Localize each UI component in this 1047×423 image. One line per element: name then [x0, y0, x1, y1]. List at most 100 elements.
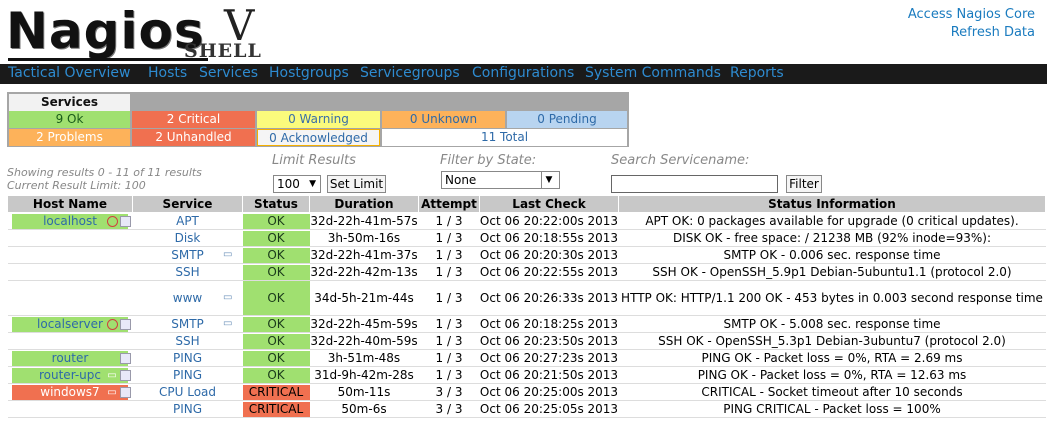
- comment-icon[interactable]: ▭: [223, 249, 232, 260]
- status-info: SSH OK - OpenSSH_5.9p1 Debian-5ubuntu1.1…: [618, 263, 1046, 281]
- service-link[interactable]: PING: [133, 368, 243, 382]
- services-table: Host Name Service Status Duration Attemp…: [7, 195, 1046, 418]
- refresh-data-link[interactable]: Refresh Data: [908, 24, 1035, 42]
- status-info: DISK OK - free space: / 21238 MB (92% in…: [618, 229, 1046, 247]
- service-link[interactable]: SMTP: [171, 248, 204, 262]
- table-row: router PING OK 3h-51m-48s 1 / 3 Oct 06 2…: [7, 349, 1046, 367]
- attempt: 1 / 3: [418, 349, 480, 367]
- status-info: CRITICAL - Socket timeout after 10 secon…: [618, 383, 1046, 401]
- nav-reports[interactable]: Reports: [730, 65, 784, 81]
- col-attempt[interactable]: Attempt: [418, 195, 480, 213]
- service-link[interactable]: PING: [133, 351, 243, 365]
- service-link[interactable]: PING: [133, 402, 243, 416]
- table-row: localserver SMTP ▭ OK 32d-22h-45m-59s 1 /…: [7, 315, 1046, 333]
- duration: 50m-6s: [309, 400, 419, 418]
- limit-results-label: Limit Results: [272, 153, 356, 168]
- comment-icon[interactable]: ▭: [223, 318, 232, 329]
- comment-icon[interactable]: ▭: [107, 370, 118, 381]
- limit-select[interactable]: 100 ▼: [273, 175, 321, 193]
- col-status-information[interactable]: Status Information: [618, 195, 1046, 213]
- summary-title: Services: [9, 94, 130, 111]
- last-check: Oct 06 20:22:55s 2013: [479, 263, 619, 281]
- attempt: 1 / 3: [418, 366, 480, 384]
- notes-icon[interactable]: [119, 319, 131, 330]
- nav-configurations[interactable]: Configurations: [472, 65, 574, 81]
- summary-acknowledged[interactable]: 0 Acknowledged: [257, 129, 380, 146]
- nav-servicegroups[interactable]: Servicegroups: [360, 65, 460, 81]
- notes-icon[interactable]: [119, 353, 131, 364]
- status-badge: OK: [242, 350, 310, 366]
- last-check: Oct 06 20:23:50s 2013: [479, 332, 619, 350]
- logo-text: Nagios: [6, 2, 205, 60]
- attempt: 1 / 3: [418, 332, 480, 350]
- set-limit-button[interactable]: Set Limit: [327, 175, 386, 193]
- status-info: HTTP OK: HTTP/1.1 200 OK - 453 bytes in …: [618, 280, 1046, 316]
- col-status[interactable]: Status: [242, 195, 310, 213]
- service-link[interactable]: www: [173, 291, 202, 305]
- filter-button[interactable]: Filter: [786, 175, 822, 193]
- header: Nagios V SHELL Access Nagios Core Refres…: [0, 0, 1047, 64]
- comment-icon[interactable]: ▭: [107, 387, 118, 398]
- state-filter-select[interactable]: None ▼: [441, 171, 560, 189]
- last-check: Oct 06 20:18:55s 2013: [479, 229, 619, 247]
- host-link[interactable]: router: [12, 350, 128, 366]
- last-check: Oct 06 20:25:00s 2013: [479, 383, 619, 401]
- access-nagios-core-link[interactable]: Access Nagios Core: [908, 6, 1035, 24]
- nav-tactical-overview[interactable]: Tactical Overview: [8, 65, 130, 81]
- redirect-icon[interactable]: [106, 319, 118, 330]
- attempt: 1 / 3: [418, 315, 480, 333]
- status-badge: OK: [242, 264, 310, 280]
- duration: 34d-5h-21m-44s: [309, 280, 419, 316]
- col-last-check[interactable]: Last Check: [479, 195, 619, 213]
- table-header: Host Name Service Status Duration Attemp…: [7, 195, 1046, 213]
- service-link[interactable]: SSH: [133, 334, 243, 348]
- summary-unhandled[interactable]: 2 Unhandled: [132, 129, 255, 146]
- summary-problems[interactable]: 2 Problems: [9, 129, 130, 146]
- summary-ok[interactable]: 9 Ok: [9, 111, 130, 128]
- last-check: Oct 06 20:21:50s 2013: [479, 366, 619, 384]
- notes-icon[interactable]: [119, 216, 131, 227]
- attempt: 1 / 3: [418, 280, 480, 316]
- logo-underline: [8, 58, 208, 61]
- attempt: 3 / 3: [418, 400, 480, 418]
- service-link[interactable]: CPU Load: [133, 385, 243, 399]
- service-link[interactable]: APT: [133, 214, 243, 228]
- nav-services[interactable]: Services: [199, 65, 258, 81]
- status-badge: OK: [242, 230, 310, 246]
- col-host-name[interactable]: Host Name: [7, 195, 133, 213]
- summary-unknown[interactable]: 0 Unknown: [382, 111, 505, 128]
- service-link[interactable]: SSH: [133, 265, 243, 279]
- col-service[interactable]: Service: [132, 195, 243, 213]
- service-link[interactable]: Disk: [133, 231, 243, 245]
- summary-critical[interactable]: 2 Critical: [132, 111, 255, 128]
- search-input[interactable]: [611, 175, 778, 193]
- nav-hostgroups[interactable]: Hostgroups: [269, 65, 349, 81]
- nav-system-commands[interactable]: System Commands: [585, 65, 721, 81]
- limit-value: 100: [277, 177, 300, 191]
- status-info: PING OK - Packet loss = 0%, RTA = 2.69 m…: [618, 349, 1046, 367]
- summary-warning[interactable]: 0 Warning: [257, 111, 380, 128]
- search-label: Search Servicename:: [611, 153, 750, 168]
- nav-hosts[interactable]: Hosts: [148, 65, 187, 81]
- table-row: Disk OK 3h-50m-16s 1 / 3 Oct 06 20:18:55…: [7, 229, 1046, 247]
- attempt: 1 / 3: [418, 229, 480, 247]
- last-check: Oct 06 20:18:25s 2013: [479, 315, 619, 333]
- table-row: router-upc ▭ PING OK 31d-9h-42m-28s 1 / …: [7, 366, 1046, 384]
- services-summary: Services 9 Ok 2 Critical 0 Warning 0 Unk…: [7, 92, 629, 147]
- results-info: Showing results 0 - 11 of 11 results Cur…: [7, 166, 202, 192]
- comment-icon[interactable]: ▭: [223, 292, 232, 303]
- notes-icon[interactable]: [119, 387, 131, 398]
- summary-total[interactable]: 11 Total: [382, 129, 627, 146]
- duration: 32d-22h-40m-59s: [309, 332, 419, 350]
- table-row: SMTP ▭ OK 32d-22h-41m-37s 1 / 3 Oct 06 20…: [7, 246, 1046, 264]
- status-badge: OK: [242, 367, 310, 383]
- table-row: SSH OK 32d-22h-42m-13s 1 / 3 Oct 06 20:2…: [7, 263, 1046, 281]
- notes-icon[interactable]: [119, 370, 131, 381]
- summary-pending[interactable]: 0 Pending: [507, 111, 627, 128]
- col-duration[interactable]: Duration: [309, 195, 419, 213]
- attempt: 1 / 3: [418, 212, 480, 230]
- redirect-icon[interactable]: [106, 216, 118, 227]
- service-link[interactable]: SMTP: [171, 317, 204, 331]
- main-nav: Tactical Overview Hosts Services Hostgro…: [0, 64, 1047, 84]
- status-badge: OK: [242, 247, 310, 263]
